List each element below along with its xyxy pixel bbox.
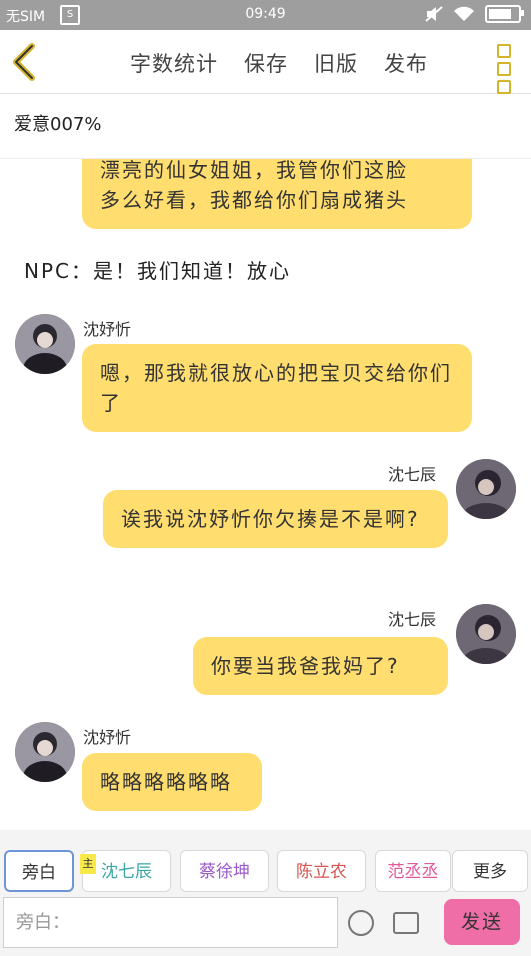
send-button[interactable]: 发送 xyxy=(444,899,520,945)
avatar[interactable] xyxy=(15,314,75,374)
publish-button[interactable]: 发布 xyxy=(384,48,428,78)
chat-area[interactable]: 漂亮的仙女姐姐，我管你们这脸 多么好看，我都给你们扇成猪头 NPC：是！我们知道… xyxy=(0,159,531,830)
role-button[interactable]: 陈立农 xyxy=(277,850,366,892)
sender-name: 沈七辰 xyxy=(388,610,437,629)
message-input[interactable]: 旁白： xyxy=(3,897,338,948)
sender-name: 沈妤忻 xyxy=(83,728,132,747)
save-button[interactable]: 保存 xyxy=(244,48,288,78)
role-button[interactable]: 蔡徐坤 xyxy=(180,850,269,892)
back-arrow-icon[interactable] xyxy=(8,42,40,82)
wifi-icon xyxy=(454,6,474,21)
avatar[interactable] xyxy=(456,604,516,664)
avatar[interactable] xyxy=(456,459,516,519)
message-bubble[interactable]: 嗯，那我就很放心的把宝贝交给你们了 xyxy=(82,344,472,432)
status-icons xyxy=(425,5,524,23)
story-title-bar: 爱意007% xyxy=(0,94,531,159)
more-menu-icon[interactable] xyxy=(497,44,513,98)
word-count-button[interactable]: 字数统计 xyxy=(130,48,218,78)
avatar-image xyxy=(15,314,75,374)
old-version-button[interactable]: 旧版 xyxy=(314,48,358,78)
role-button[interactable]: 范丞丞 xyxy=(375,850,451,892)
avatar-image xyxy=(456,604,516,664)
message-bubble[interactable]: 诶我说沈妤忻你欠揍是不是啊? xyxy=(103,490,448,548)
toolbar-actions: 字数统计 保存 旧版 发布 xyxy=(130,48,428,78)
message-line: 漂亮的仙女姐姐，我管你们这脸 xyxy=(100,159,408,182)
battery-icon xyxy=(485,5,524,23)
message-bubble[interactable]: 你要当我爸我妈了? xyxy=(193,637,448,695)
status-bar: 无SIM S 09:49 xyxy=(0,0,531,30)
avatar-image xyxy=(15,722,75,782)
mute-icon xyxy=(425,6,443,22)
more-roles-button[interactable]: 更多 xyxy=(452,850,528,892)
sender-name: 沈妤忻 xyxy=(83,320,132,339)
main-character-badge: 主 xyxy=(80,854,96,874)
message-bubble[interactable]: 略略略略略略 xyxy=(82,753,262,811)
role-narrator-button[interactable]: 旁白 xyxy=(4,850,74,892)
avatar-image xyxy=(456,459,516,519)
editor-toolbar: 字数统计 保存 旧版 发布 xyxy=(0,30,531,94)
message-line: 多么好看，我都给你们扇成猪头 xyxy=(100,188,408,212)
message-bubble[interactable]: 漂亮的仙女姐姐，我管你们这脸 多么好看，我都给你们扇成猪头 xyxy=(82,159,472,229)
battery-level xyxy=(489,9,511,19)
avatar[interactable] xyxy=(15,722,75,782)
emoji-icon[interactable] xyxy=(348,910,374,936)
narration-text[interactable]: NPC：是！我们知道！放心 xyxy=(24,255,291,284)
sender-name: 沈七辰 xyxy=(388,465,437,484)
compose-panel: 旁白 沈七辰 蔡徐坤 陈立农 范丞丞 更多 主 旁白： 发送 xyxy=(0,830,531,956)
image-icon[interactable] xyxy=(393,912,419,934)
story-title: 爱意007% xyxy=(14,114,102,135)
